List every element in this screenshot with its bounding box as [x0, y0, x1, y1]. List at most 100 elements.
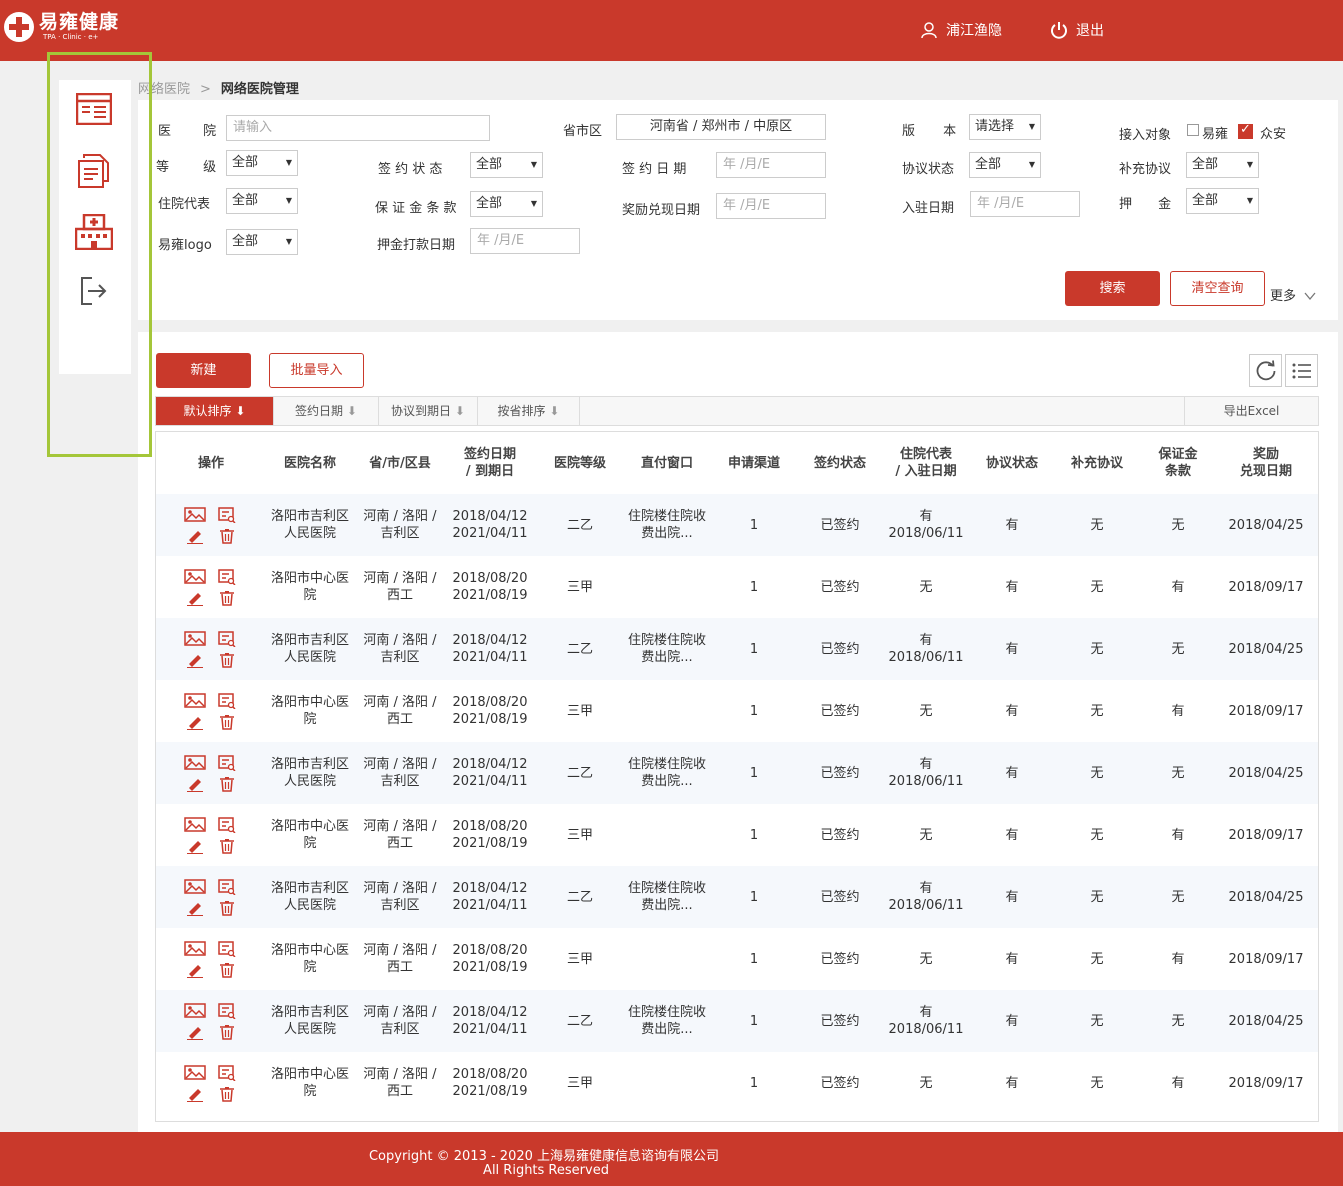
hospital-icon[interactable]	[75, 213, 113, 251]
cell-agree: 有	[1005, 827, 1019, 843]
export-excel-button[interactable]: 导出Excel	[1184, 397, 1318, 425]
image-icon[interactable]	[184, 879, 206, 895]
view-icon[interactable]	[216, 630, 238, 647]
region-select[interactable]: 河南省 / 郑州市 / 中原区	[616, 114, 826, 140]
edit-icon[interactable]	[184, 652, 206, 668]
logout-button[interactable]: 退出	[1050, 20, 1104, 40]
hospital-input[interactable]: 请输入	[226, 115, 490, 141]
rep-select[interactable]: 全部	[226, 188, 298, 214]
delete-icon[interactable]	[216, 900, 238, 916]
brand-logo[interactable]: 易雍健康 TPA · Clinic · e+	[4, 12, 119, 42]
edit-icon[interactable]	[184, 1024, 206, 1040]
new-button[interactable]: 新建	[156, 353, 251, 388]
table-row[interactable]: 洛阳市吉利区人民医院 河南 / 洛阳 / 吉利区 2018/04/12 2021/0…	[156, 494, 1318, 556]
image-icon[interactable]	[184, 1065, 206, 1081]
image-icon[interactable]	[184, 693, 206, 709]
table-row[interactable]: 洛阳市吉利区人民医院 河南 / 洛阳 / 吉利区 2018/04/12 2021/0…	[156, 618, 1318, 680]
table-row[interactable]: 洛阳市中心医院 河南 / 洛阳 / 西工 2018/08/20 2021/08/19…	[156, 928, 1318, 990]
row-actions	[156, 990, 266, 1052]
sort-default-tab[interactable]: 默认排序 ⬇	[156, 397, 274, 425]
entry-date-input[interactable]: 年 /月/E	[970, 191, 1080, 217]
refresh-button[interactable]	[1249, 354, 1282, 387]
table-row[interactable]: 洛阳市中心医院 河南 / 洛阳 / 西工 2018/08/20 2021/08/19…	[156, 680, 1318, 742]
delete-icon[interactable]	[216, 1086, 238, 1102]
edit-icon[interactable]	[184, 900, 206, 916]
more-toggle[interactable]: 更多	[1270, 285, 1316, 304]
sign-status-select[interactable]: 全部	[470, 152, 543, 178]
deposit-pay-input[interactable]: 年 /月/E	[470, 228, 580, 254]
sign-status-label: 签 约 状 态	[378, 162, 443, 177]
view-icon[interactable]	[216, 878, 238, 895]
cell-rep: 无	[919, 703, 933, 719]
columns-button[interactable]	[1285, 354, 1318, 387]
form-list-icon[interactable]	[75, 90, 113, 128]
image-icon[interactable]	[184, 569, 206, 585]
version-select[interactable]: 请选择	[969, 114, 1041, 140]
image-icon[interactable]	[184, 817, 206, 833]
exit-icon[interactable]	[75, 272, 113, 310]
cell-sign: 已签约	[820, 951, 860, 967]
user-menu[interactable]: 浦江渔隐	[920, 20, 1002, 40]
view-icon[interactable]	[216, 1064, 238, 1081]
image-icon[interactable]	[184, 507, 206, 523]
image-icon[interactable]	[184, 941, 206, 957]
table-row[interactable]: 洛阳市中心医院 河南 / 洛阳 / 西工 2018/08/20 2021/08/19…	[156, 556, 1318, 618]
access-zhongan-checkbox[interactable]	[1238, 122, 1253, 139]
image-icon[interactable]	[184, 1003, 206, 1019]
documents-icon[interactable]	[75, 152, 113, 190]
table-row[interactable]: 洛阳市吉利区人民医院 河南 / 洛阳 / 吉利区 2018/04/12 2021/0…	[156, 866, 1318, 928]
grade-select[interactable]: 全部	[226, 150, 298, 176]
delete-icon[interactable]	[216, 962, 238, 978]
delete-icon[interactable]	[216, 776, 238, 792]
cell-rep: 有 2018/06/11	[880, 742, 972, 804]
cell-reward: 2018/04/25	[1214, 494, 1318, 556]
table-row[interactable]: 洛阳市中心医院 河南 / 洛阳 / 西工 2018/08/20 2021/08/19…	[156, 804, 1318, 866]
table-row[interactable]: 洛阳市吉利区人民医院 河南 / 洛阳 / 吉利区 2018/04/12 2021/0…	[156, 742, 1318, 804]
view-icon[interactable]	[216, 1002, 238, 1019]
access-zhongan-label: 众安	[1260, 127, 1287, 142]
clear-button[interactable]: 清空查询	[1170, 271, 1265, 306]
image-icon[interactable]	[184, 631, 206, 647]
search-button[interactable]: 搜索	[1065, 271, 1160, 306]
reward-date-input[interactable]: 年 /月/E	[716, 193, 826, 219]
edit-icon[interactable]	[184, 590, 206, 606]
delete-icon[interactable]	[216, 838, 238, 854]
deposit-select[interactable]: 全部	[1186, 188, 1259, 214]
delete-icon[interactable]	[216, 652, 238, 668]
view-icon[interactable]	[216, 506, 238, 523]
access-yiyong-checkbox[interactable]	[1187, 124, 1199, 136]
view-icon[interactable]	[216, 754, 238, 771]
delete-icon[interactable]	[216, 590, 238, 606]
cell-window: 住院楼住院收费出院...	[626, 618, 708, 680]
view-icon[interactable]	[216, 692, 238, 709]
edit-icon[interactable]	[184, 776, 206, 792]
table-row[interactable]: 洛阳市吉利区人民医院 河南 / 洛阳 / 吉利区 2018/04/12 2021/0…	[156, 990, 1318, 1052]
delete-icon[interactable]	[216, 714, 238, 730]
cell-sign: 已签约	[820, 703, 860, 719]
agreement-status-select[interactable]: 全部	[969, 152, 1041, 178]
sign-date-input[interactable]: 年 /月/E	[716, 152, 826, 178]
cell-rep: 无	[919, 579, 933, 595]
delete-icon[interactable]	[216, 1024, 238, 1040]
sort-sign-date-tab[interactable]: 签约日期 ⬇	[274, 397, 379, 425]
sort-province-tab[interactable]: 按省排序 ⬇	[478, 397, 580, 425]
table-row[interactable]: 洛阳市中心医院 河南 / 洛阳 / 西工 2018/08/20 2021/08/19…	[156, 1052, 1318, 1114]
breadcrumb-parent[interactable]: 网络医院	[138, 82, 190, 97]
logo-select[interactable]: 全部	[226, 229, 298, 255]
sort-expire-tab[interactable]: 协议到期日 ⬇	[379, 397, 478, 425]
view-icon[interactable]	[216, 816, 238, 833]
deposit-terms-select[interactable]: 全部	[470, 191, 543, 217]
view-icon[interactable]	[216, 568, 238, 585]
image-icon[interactable]	[184, 755, 206, 771]
edit-icon[interactable]	[184, 714, 206, 730]
edit-icon[interactable]	[184, 962, 206, 978]
supplement-select[interactable]: 全部	[1186, 152, 1259, 178]
cell-name: 洛阳市吉利区人民医院	[266, 618, 354, 680]
edit-icon[interactable]	[184, 528, 206, 544]
delete-icon[interactable]	[216, 528, 238, 544]
view-icon[interactable]	[216, 940, 238, 957]
edit-icon[interactable]	[184, 1086, 206, 1102]
edit-icon[interactable]	[184, 838, 206, 854]
cell-rep: 有 2018/06/11	[880, 866, 972, 928]
import-button[interactable]: 批量导入	[269, 353, 364, 388]
